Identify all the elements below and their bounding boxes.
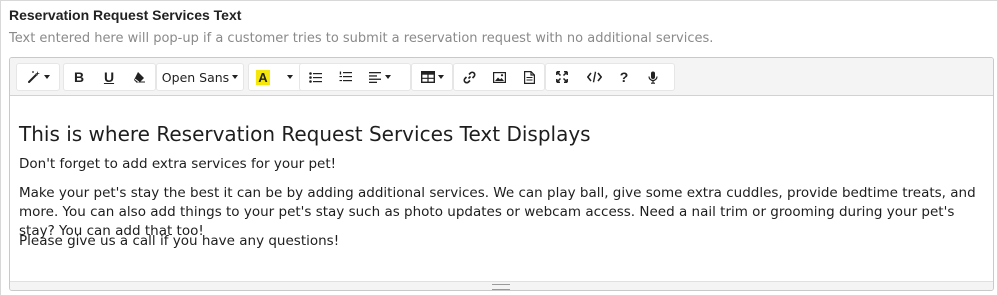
code-view-button[interactable] [578,64,610,90]
content-paragraph: Don't forget to add extra services for y… [19,156,337,172]
underline-button[interactable]: U [94,64,124,90]
numbered-list-icon [339,71,352,83]
font-family-value: Open Sans [161,69,230,85]
ordered-list-button[interactable] [330,64,360,90]
bold-button[interactable]: B [64,64,94,90]
eraser-icon [133,71,146,83]
chevron-down-icon [385,75,391,79]
insert-picture-button[interactable] [484,64,514,90]
microphone-icon [648,71,658,84]
field-label: Reservation Request Services Text [9,7,242,23]
rich-text-editor: B U Open Sans A ? This is where Reservat… [9,57,994,291]
align-left-icon [369,71,382,83]
clear-format-button[interactable] [124,64,154,90]
font-family-dropdown[interactable]: Open Sans [157,64,243,90]
table-group [411,63,453,91]
table-icon [420,71,435,83]
font-style-group: B U [63,63,156,91]
content-paragraph: Please give us a call if you have any qu… [19,233,340,249]
file-icon [523,70,535,84]
insert-file-button[interactable] [514,64,544,90]
paragraph-align-dropdown[interactable] [360,64,400,90]
help-button[interactable]: ? [610,64,638,90]
chevron-down-icon [437,75,444,79]
picture-icon [492,71,506,83]
grip-icon [492,284,510,290]
editor-resize-handle[interactable] [10,281,993,290]
bullet-list-icon [308,71,322,83]
highlight-color-button[interactable]: A [249,64,277,90]
font-family-group: Open Sans [156,63,244,91]
magic-wand-icon [27,70,41,84]
unordered-list-button[interactable] [300,64,330,90]
table-dropdown[interactable] [412,64,452,90]
chevron-down-icon [43,75,50,79]
chevron-down-icon [232,75,239,79]
code-icon [586,71,602,83]
chevron-down-icon [286,75,293,79]
editor-toolbar: B U Open Sans A ? [10,58,993,96]
dictation-button[interactable] [638,64,668,90]
view-group: ? [545,63,675,91]
fullscreen-button[interactable] [546,64,578,90]
link-icon [463,71,476,84]
expand-icon [556,71,568,83]
style-dropdown-button[interactable] [17,64,59,90]
style-group [16,63,60,91]
insert-link-button[interactable] [454,64,484,90]
highlight-color-icon: A [256,69,270,85]
color-dropdown-button[interactable] [277,64,299,90]
field-help-text: Text entered here will pop-up if a custo… [9,31,714,46]
paragraph-group [299,63,411,91]
insert-group [453,63,545,91]
content-heading: This is where Reservation Request Servic… [19,122,591,146]
color-group: A [248,63,304,91]
